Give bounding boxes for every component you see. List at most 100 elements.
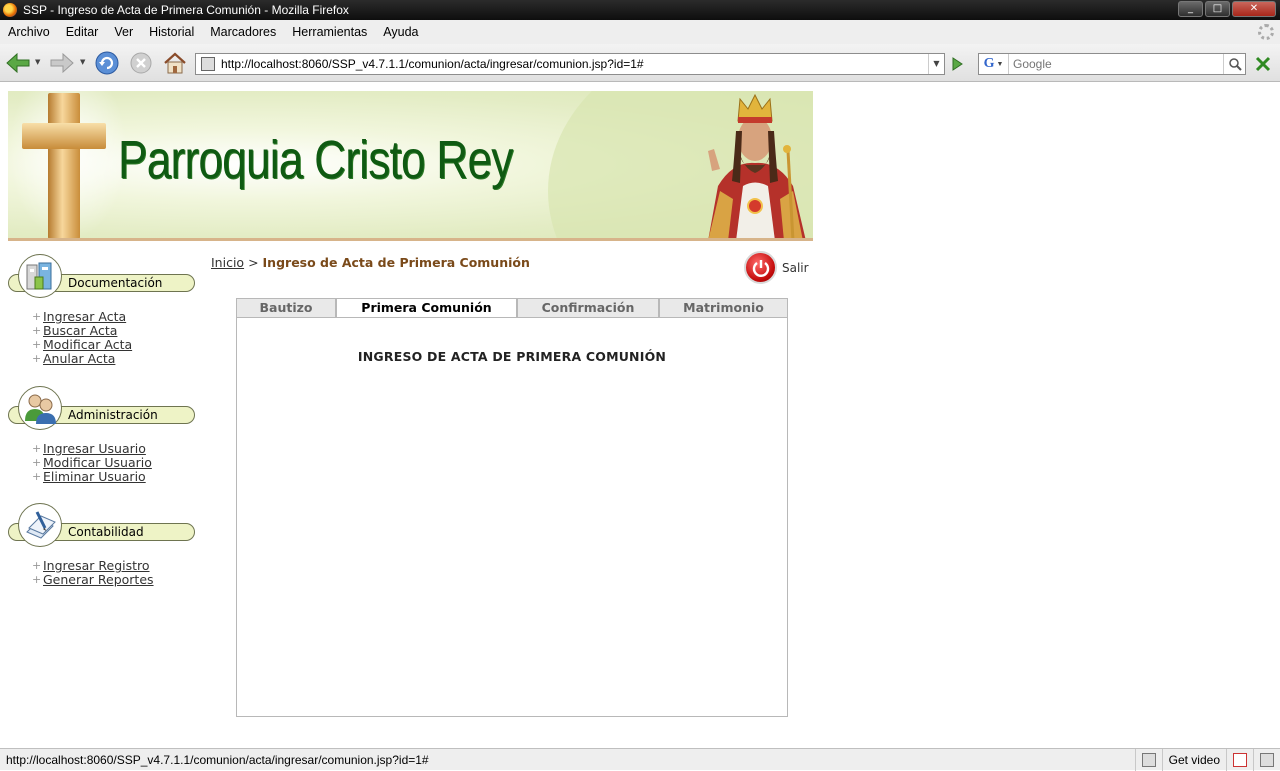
ingresar-registro-link[interactable]: Ingresar Registro <box>43 559 150 573</box>
logout-button[interactable]: Salir <box>744 251 809 284</box>
back-button[interactable] <box>6 52 30 74</box>
power-icon <box>744 251 777 284</box>
search-button[interactable] <box>1223 54 1245 74</box>
sidebar-section-administracion: Administración + Ingresar Usuario + Modifi… <box>8 386 198 484</box>
sidebar-item-buscar-acta: + Buscar Acta <box>32 323 118 338</box>
eliminar-usuario-link[interactable]: Eliminar Usuario <box>43 470 146 484</box>
window-titlebar: SSP - Ingreso de Acta de Primera Comunió… <box>0 0 1280 20</box>
gmail-segment[interactable] <box>1226 748 1253 771</box>
tab-content-panel: INGRESO DE ACTA DE PRIMERA COMUNIÓN <box>236 317 788 717</box>
stop-icon <box>130 52 152 74</box>
tab-matrimonio[interactable]: Matrimonio <box>659 298 788 318</box>
sidebar-header-label: Administración <box>68 408 158 422</box>
documents-icon <box>18 254 62 298</box>
home-icon <box>164 52 186 74</box>
menu-marcadores[interactable]: Marcadores <box>202 25 284 39</box>
sidebar-section-contabilidad: Contabilidad + Ingresar Registro + Generar… <box>8 503 198 587</box>
close-button[interactable]: ✕ <box>1232 1 1276 17</box>
search-input[interactable] <box>1009 55 1223 73</box>
sidebar-links: + Ingresar Usuario + Modificar Usuario + El… <box>8 442 198 484</box>
tab-primera-comunion[interactable]: Primera Comunión <box>336 298 517 318</box>
sidebar-item-ingresar-usuario: + Ingresar Usuario <box>32 441 146 456</box>
sidebar-links: + Ingresar Acta + Buscar Acta + Modificar A… <box>8 310 198 366</box>
page-favicon-icon <box>201 57 215 71</box>
sidebar-item-generar-reportes: + Generar Reportes <box>32 572 154 587</box>
addon-segment[interactable] <box>1253 748 1280 771</box>
reload-button[interactable] <box>95 51 119 75</box>
sidebar-header: Contabilidad <box>8 503 198 549</box>
sidebar-header: Documentación <box>8 254 198 300</box>
address-history-dropdown[interactable]: ▼ <box>928 54 944 74</box>
users-icon <box>18 386 62 430</box>
throbber-icon <box>1258 24 1274 40</box>
page-info-icon <box>1141 752 1156 767</box>
google-icon: G <box>983 56 995 71</box>
menu-historial[interactable]: Historial <box>141 25 202 39</box>
sidebar-item-ingresar-registro: + Ingresar Registro <box>32 558 150 573</box>
sidebar-header-label: Contabilidad <box>68 525 144 539</box>
search-engine-selector[interactable]: G ▼ <box>979 54 1009 74</box>
sidebar-links: + Ingresar Registro + Generar Reportes <box>8 559 198 587</box>
site-banner: Parroquia Cristo Rey <box>8 91 813 241</box>
get-video-label: Get video <box>1168 752 1220 767</box>
breadcrumb: Inicio > Ingreso de Acta de Primera Comu… <box>211 255 530 270</box>
go-arrow-icon <box>952 57 963 71</box>
menu-archivo[interactable]: Archivo <box>0 25 58 39</box>
sidebar-header: Administración <box>8 386 198 432</box>
forward-arrow-icon <box>50 53 74 73</box>
sacrament-tabs: Bautizo Primera Comunión Confirmación Ma… <box>236 298 788 318</box>
reload-icon <box>95 51 119 75</box>
stop-button[interactable] <box>130 52 152 74</box>
extension-icon[interactable] <box>1254 55 1272 73</box>
forward-history-dropdown[interactable]: ▼ <box>80 58 85 66</box>
home-button[interactable] <box>163 51 187 75</box>
anular-acta-link[interactable]: Anular Acta <box>43 352 115 366</box>
generar-reportes-link[interactable]: Generar Reportes <box>43 573 154 587</box>
go-button[interactable] <box>948 55 966 73</box>
back-arrow-icon <box>6 53 30 73</box>
cross-icon <box>48 93 80 238</box>
tab-bautizo[interactable]: Bautizo <box>236 298 336 318</box>
christ-king-image <box>708 93 806 238</box>
gmail-icon <box>1233 752 1247 767</box>
menu-bar: Archivo Editar Ver Historial Marcadores … <box>0 20 1280 44</box>
menu-editar[interactable]: Editar <box>58 25 107 39</box>
status-text: http://localhost:8060/SSP_v4.7.1.1/comun… <box>6 752 429 767</box>
menu-ayuda[interactable]: Ayuda <box>375 25 426 39</box>
address-url[interactable]: http://localhost:8060/SSP_v4.7.1.1/comun… <box>221 57 928 71</box>
sidebar-item-modificar-acta: + Modificar Acta <box>32 337 133 352</box>
green-x-icon <box>1255 56 1271 72</box>
sidebar-section-documentacion: Documentación + Ingresar Acta + Buscar Act… <box>8 254 198 366</box>
sidebar-item-anular-acta: + Anular Acta <box>32 351 116 366</box>
get-video-segment[interactable]: Get video <box>1161 748 1226 771</box>
sidebar-header-label: Documentación <box>68 276 163 290</box>
status-bar: http://localhost:8060/SSP_v4.7.1.1/comun… <box>0 748 1280 771</box>
address-bar[interactable]: http://localhost:8060/SSP_v4.7.1.1/comun… <box>195 53 945 75</box>
addon-icon <box>1260 752 1274 767</box>
page-info-segment[interactable] <box>1134 748 1162 771</box>
maximize-button[interactable]: □ <box>1205 1 1230 17</box>
ingresar-acta-link[interactable]: Ingresar Acta <box>43 310 126 324</box>
menu-ver[interactable]: Ver <box>106 25 141 39</box>
modificar-acta-link[interactable]: Modificar Acta <box>43 338 132 352</box>
breadcrumb-current: Ingreso de Acta de Primera Comunión <box>262 255 530 270</box>
back-history-dropdown[interactable]: ▼ <box>35 58 40 66</box>
menu-herramientas[interactable]: Herramientas <box>284 25 375 39</box>
tab-confirmacion[interactable]: Confirmación <box>517 298 659 318</box>
buscar-acta-link[interactable]: Buscar Acta <box>43 324 117 338</box>
sidebar-item-ingresar-acta: + Ingresar Acta <box>32 309 127 324</box>
breadcrumb-home-link[interactable]: Inicio <box>211 255 244 270</box>
window-title: SSP - Ingreso de Acta de Primera Comunió… <box>23 3 349 17</box>
modificar-usuario-link[interactable]: Modificar Usuario <box>43 456 152 470</box>
site-title: Parroquia Cristo Rey <box>118 130 513 190</box>
firefox-icon <box>3 3 17 17</box>
window-controls: _ □ ✕ <box>1178 1 1276 17</box>
breadcrumb-separator: > <box>248 255 259 270</box>
sidebar-item-modificar-usuario: + Modificar Usuario <box>32 455 152 470</box>
ingresar-usuario-link[interactable]: Ingresar Usuario <box>43 442 146 456</box>
forward-button[interactable] <box>50 52 74 74</box>
logout-label: Salir <box>782 260 809 275</box>
search-bar[interactable]: G ▼ <box>978 53 1246 75</box>
minimize-button[interactable]: _ <box>1178 1 1203 17</box>
panel-title: INGRESO DE ACTA DE PRIMERA COMUNIÓN <box>357 349 667 364</box>
